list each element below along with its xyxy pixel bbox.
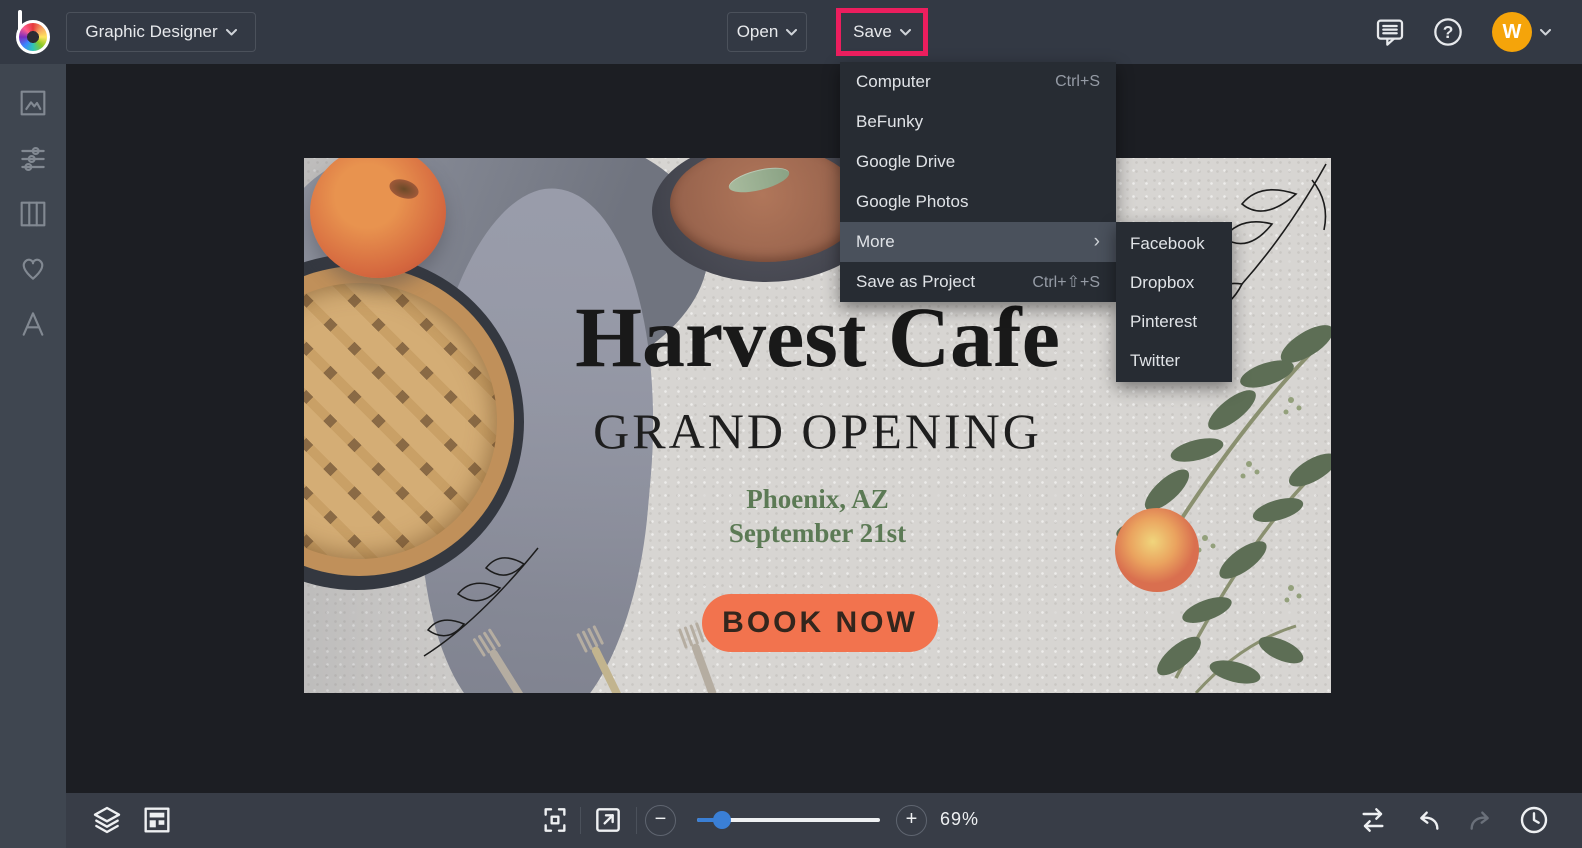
text-tool-icon[interactable] xyxy=(17,308,49,340)
menu-item-save-as-project[interactable]: Save as Project Ctrl+⇧+S xyxy=(840,262,1116,302)
fit-screen-icon[interactable] xyxy=(539,804,571,836)
open-button-label: Open xyxy=(736,22,779,41)
mode-selector-button[interactable]: Graphic Designer xyxy=(66,12,256,52)
share-submenu: Facebook Dropbox Pinterest Twitter xyxy=(1116,222,1232,382)
graphics-heart-icon[interactable] xyxy=(17,252,49,284)
tools-sidebar xyxy=(0,64,66,848)
chevron-down-icon xyxy=(786,28,798,35)
design-subtitle-text[interactable]: GRAND OPENING xyxy=(304,402,1331,460)
bottom-toolbar: − + 69% xyxy=(66,793,1582,848)
zoom-slider-thumb[interactable] xyxy=(713,811,731,829)
undo-icon[interactable] xyxy=(1412,804,1444,836)
history-icon[interactable] xyxy=(1518,804,1550,836)
submenu-arrow-icon: › xyxy=(1093,231,1100,252)
layout-columns-icon[interactable] xyxy=(17,198,49,230)
chevron-down-icon xyxy=(225,28,237,35)
zoom-out-button[interactable]: − xyxy=(645,805,676,836)
zoom-in-button[interactable]: + xyxy=(896,805,927,836)
logo-color-wheel xyxy=(16,20,50,54)
design-date-text[interactable]: September 21st xyxy=(304,518,1331,549)
adjust-sliders-icon[interactable] xyxy=(17,143,49,175)
submenu-item-pinterest[interactable]: Pinterest xyxy=(1116,302,1232,341)
export-view-icon[interactable] xyxy=(592,804,624,836)
design-location-text[interactable]: Phoenix, AZ xyxy=(304,484,1331,515)
save-button-label: Save xyxy=(853,22,892,41)
mode-selector-label: Graphic Designer xyxy=(85,22,218,41)
submenu-item-twitter[interactable]: Twitter xyxy=(1116,341,1232,380)
apple-stem-dimple xyxy=(386,176,421,203)
save-menu: Computer Ctrl+S BeFunky Google Drive Goo… xyxy=(840,62,1116,302)
workspace: Harvest Cafe GRAND OPENING Phoenix, AZ S… xyxy=(66,64,1582,793)
help-icon[interactable]: ? xyxy=(1432,16,1464,48)
befunky-logo[interactable] xyxy=(13,8,55,56)
open-button[interactable]: Open xyxy=(727,12,807,52)
divider xyxy=(636,807,637,834)
save-button[interactable]: Save xyxy=(846,12,918,52)
menu-item-more[interactable]: More › xyxy=(840,222,1116,262)
help-glyph: ? xyxy=(1443,22,1454,42)
zoom-percent-label: 69% xyxy=(940,809,980,829)
account-chevron-down-icon[interactable] xyxy=(1540,29,1551,36)
divider xyxy=(580,807,581,834)
avatar[interactable]: W xyxy=(1492,12,1532,52)
top-toolbar: Graphic Designer Open Save ? W xyxy=(0,0,1582,64)
submenu-item-dropbox[interactable]: Dropbox xyxy=(1116,263,1232,302)
feedback-icon[interactable] xyxy=(1374,16,1406,48)
redo-icon[interactable] xyxy=(1465,804,1497,836)
template-manager-icon[interactable] xyxy=(141,804,173,836)
book-now-button[interactable]: BOOK NOW xyxy=(702,594,938,652)
menu-item-befunky[interactable]: BeFunky xyxy=(840,102,1116,142)
image-manager-icon[interactable] xyxy=(17,87,49,119)
menu-item-computer[interactable]: Computer Ctrl+S xyxy=(840,62,1116,102)
layers-icon[interactable] xyxy=(91,804,123,836)
chevron-down-icon xyxy=(899,28,911,35)
avatar-initial: W xyxy=(1502,20,1522,43)
menu-item-google-photos[interactable]: Google Photos xyxy=(840,182,1116,222)
compare-icon[interactable] xyxy=(1357,804,1389,836)
menu-item-google-drive[interactable]: Google Drive xyxy=(840,142,1116,182)
submenu-item-facebook[interactable]: Facebook xyxy=(1116,224,1232,263)
